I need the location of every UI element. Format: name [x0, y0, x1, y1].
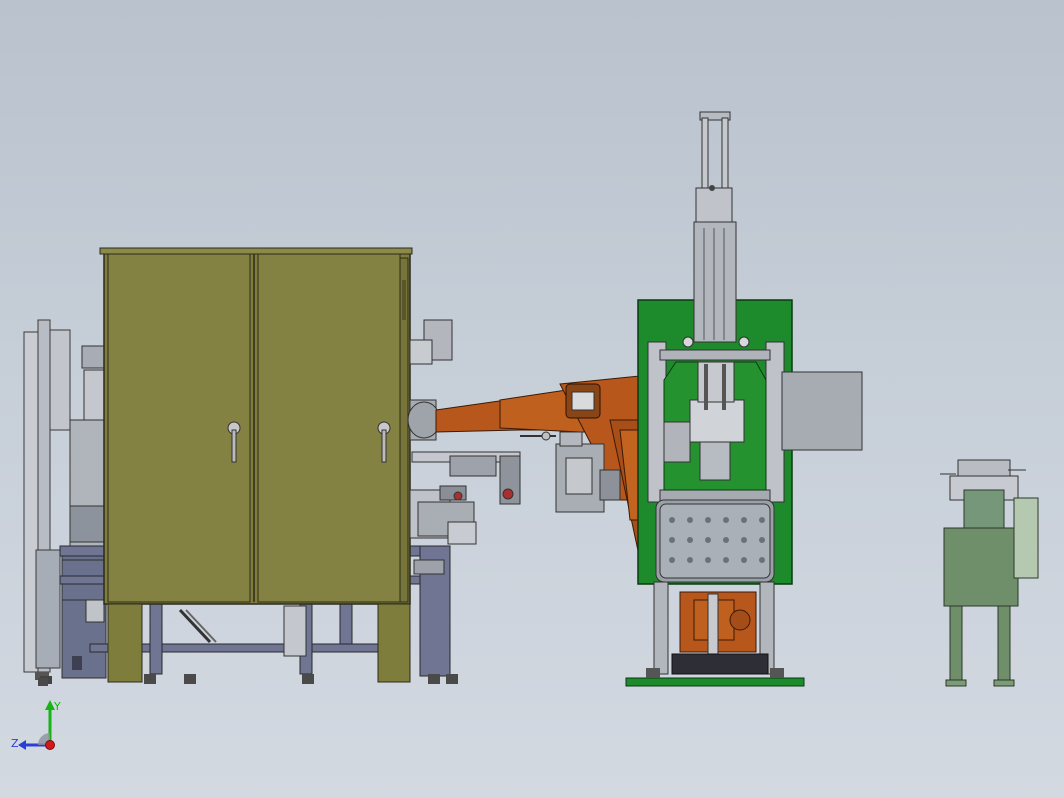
cabinet-side-mechanism[interactable]	[409, 319, 521, 575]
triad-z-label: Z	[11, 737, 19, 750]
feeder-unit[interactable]	[940, 459, 1039, 687]
electrical-cabinet[interactable]	[99, 247, 413, 683]
triad-y-label: Y	[53, 700, 61, 713]
graphics-viewport[interactable]: Y Z	[0, 0, 1064, 798]
triad-x-origin	[45, 740, 55, 750]
left-side-panel[interactable]	[23, 319, 107, 684]
triad-z-arrow	[18, 740, 26, 750]
coordinate-triad: Y Z	[11, 700, 61, 750]
press-base[interactable]	[625, 581, 805, 687]
cad-model-view[interactable]: Y Z	[0, 0, 1064, 798]
turntable[interactable]	[655, 499, 775, 583]
